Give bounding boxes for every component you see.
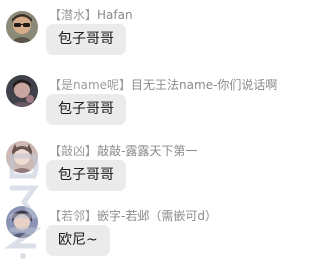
sender-line: 【敲凶】敲敲-露露天下第一 bbox=[49, 143, 197, 159]
user-avatar[interactable] bbox=[6, 11, 38, 43]
sender-line: 【若邻】嵌字-若邺（需嵌可d） bbox=[49, 208, 217, 224]
sender-line: 【潜水】Hafan bbox=[49, 7, 133, 23]
sender-name[interactable]: 目无王法name-你们说话啊 bbox=[131, 78, 277, 92]
message-bubble[interactable]: 包子哥哥 bbox=[46, 160, 126, 191]
avatar-dark-icon bbox=[6, 75, 38, 107]
sender-tag: 【潜水】 bbox=[49, 8, 98, 22]
sender-tag: 【是name呢】 bbox=[49, 78, 132, 92]
sender-name[interactable]: Hafan bbox=[97, 8, 133, 22]
message-bubble[interactable]: 包子哥哥 bbox=[46, 94, 126, 125]
sender-tag: 【若邻】 bbox=[49, 209, 98, 223]
user-avatar[interactable] bbox=[6, 75, 38, 107]
sender-name[interactable]: 敲敲-露露天下第一 bbox=[97, 144, 197, 158]
chat-message-list[interactable]: 【潜水】Hafan 包子哥哥 【是name呢】目无王法name-你们说话啊 包子… bbox=[0, 0, 329, 267]
message-bubble[interactable]: 欧尼~ bbox=[46, 225, 110, 256]
avatar-sunglasses-icon bbox=[6, 11, 38, 43]
sender-name[interactable]: 嵌字-若邺（需嵌可d） bbox=[97, 209, 217, 223]
sender-tag: 【敲凶】 bbox=[49, 144, 98, 158]
message-bubble[interactable]: 包子哥哥 bbox=[46, 24, 126, 55]
sender-line: 【是name呢】目无王法name-你们说话啊 bbox=[49, 77, 277, 93]
watermark-logo bbox=[4, 153, 42, 259]
